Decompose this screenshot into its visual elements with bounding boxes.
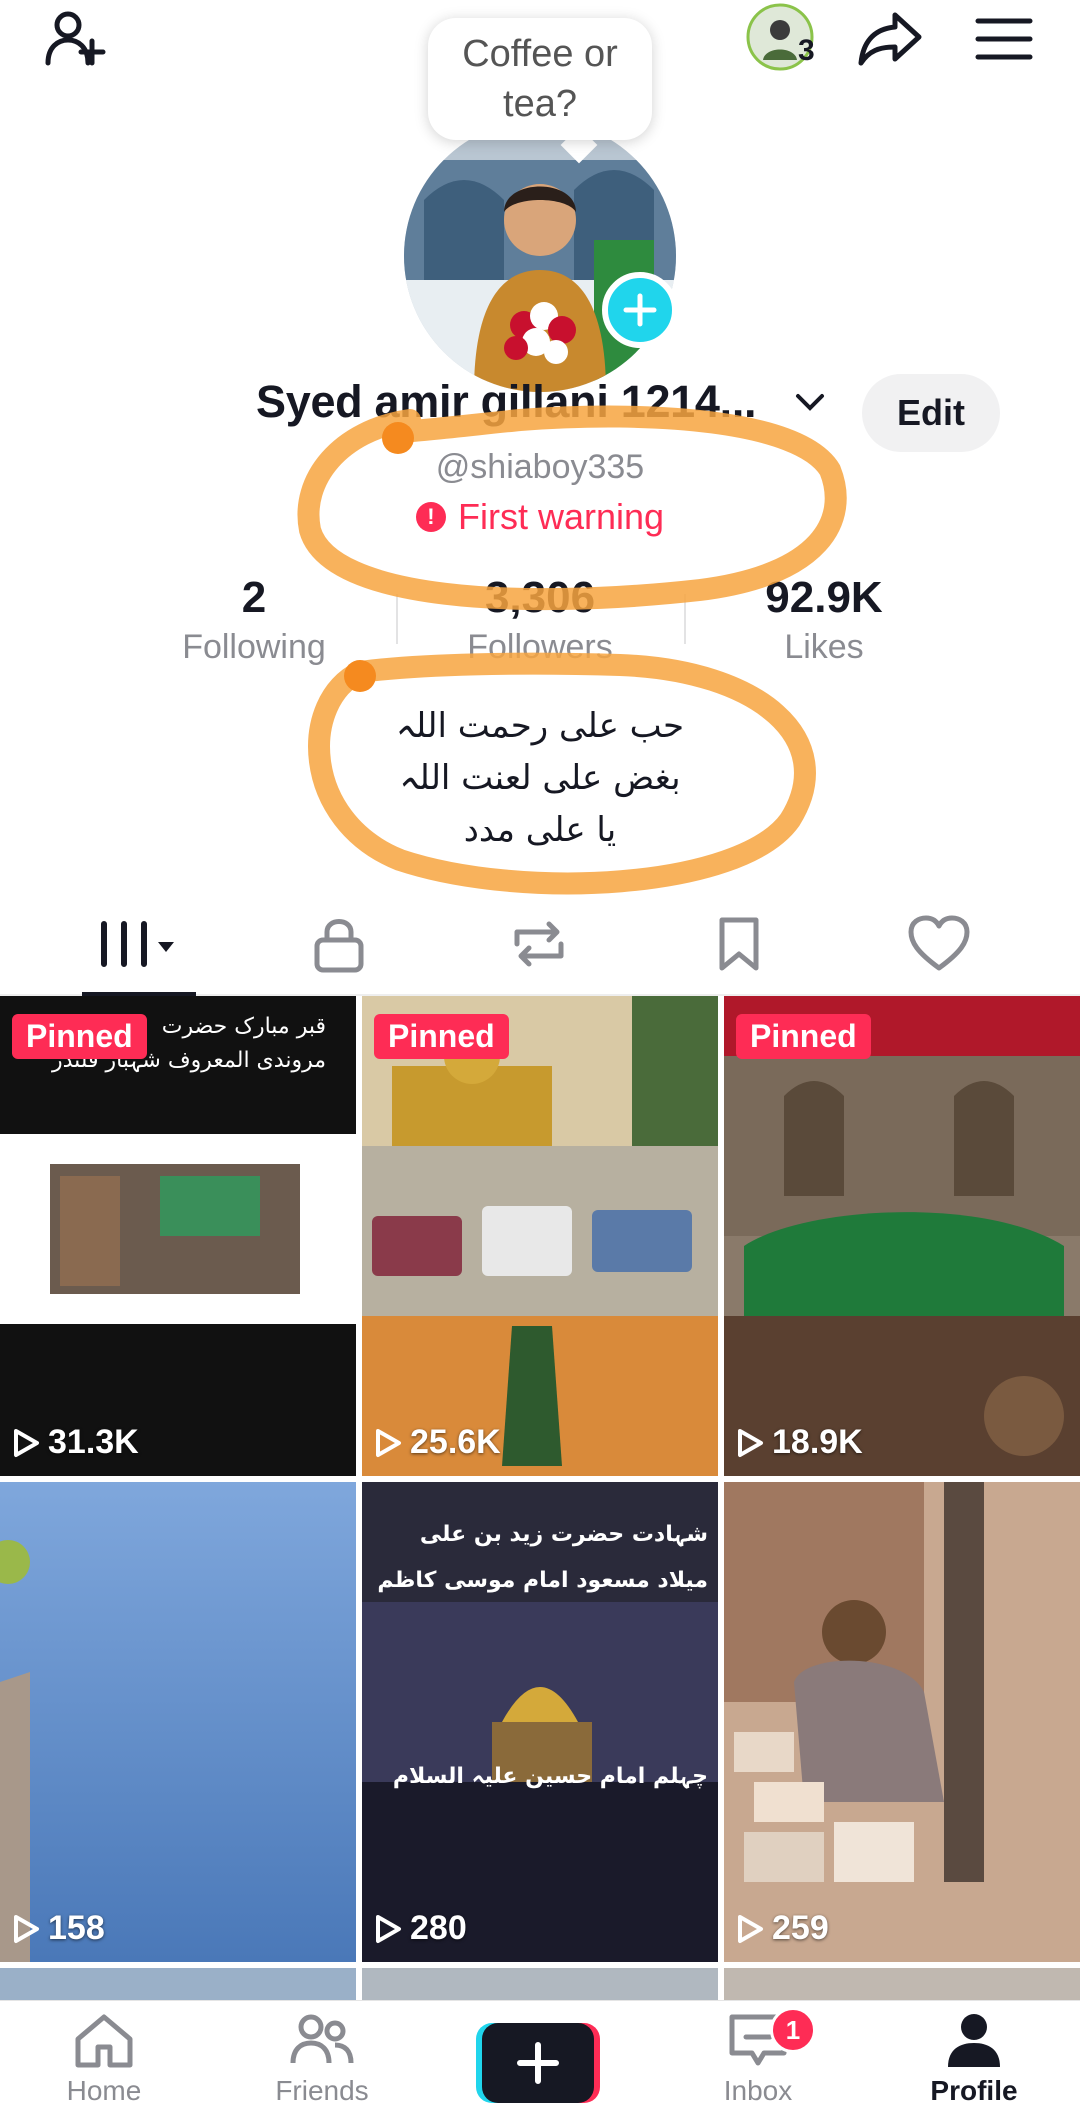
video-thumbnail[interactable]: Pinned 18.9K bbox=[724, 996, 1080, 1476]
share-arrow-icon[interactable] bbox=[852, 4, 928, 74]
nav-label: Inbox bbox=[723, 2075, 793, 2106]
create-post-button[interactable] bbox=[476, 2023, 600, 2103]
profile-bio: حب علی رحمت اللہ بغض علی لعنت اللہ یا عل… bbox=[0, 700, 1080, 856]
note-bubble[interactable]: Coffee or tea? bbox=[428, 18, 652, 140]
stat-label: Likes bbox=[784, 628, 864, 666]
view-count: 280 bbox=[374, 1909, 467, 1948]
video-thumbnail[interactable] bbox=[724, 1968, 1080, 2000]
stat-likes[interactable]: 92.9K Likes bbox=[684, 572, 964, 670]
video-thumbnail[interactable]: 158 bbox=[0, 1482, 356, 1962]
story-count-badge: 3 bbox=[798, 34, 815, 67]
stat-followers[interactable]: 3,306 Followers bbox=[400, 572, 680, 670]
tab-favorites[interactable] bbox=[664, 892, 814, 996]
content-tabs bbox=[0, 892, 1080, 996]
tab-reposts[interactable] bbox=[464, 892, 614, 996]
video-grid: قبر مبارک حضرت مروندی المعروف شہباز قلند… bbox=[0, 996, 1080, 2000]
video-caption: شہادت حضرت زید بن علی میلاد مسعود امام م… bbox=[377, 1522, 708, 1789]
name-row: Syed amir gillani 1214... Edit bbox=[0, 374, 1080, 452]
account-warning[interactable]: ! First warning bbox=[0, 496, 1080, 538]
bio-line: بغض علی لعنت اللہ bbox=[399, 758, 681, 798]
view-count: 259 bbox=[736, 1909, 829, 1948]
view-count: 25.6K bbox=[374, 1423, 501, 1462]
person-plus-icon[interactable] bbox=[36, 4, 112, 74]
video-thumbnail[interactable]: قبر مبارک حضرت مروندی المعروف شہباز قلند… bbox=[0, 996, 356, 1476]
stat-label: Followers bbox=[467, 628, 613, 666]
profile-icon bbox=[948, 2014, 1000, 2067]
home-icon bbox=[75, 2014, 133, 2068]
hamburger-menu-icon[interactable] bbox=[966, 4, 1042, 74]
username-handle: @shiaboy335 bbox=[435, 448, 645, 486]
view-count: 31.3K bbox=[12, 1423, 139, 1462]
tab-liked[interactable] bbox=[864, 892, 1014, 996]
nav-label: Profile bbox=[930, 2075, 1018, 2106]
pinned-badge: Pinned bbox=[374, 1014, 509, 1059]
inbox-notification-badge: 1 bbox=[770, 2007, 816, 2053]
video-thumbnail[interactable]: Pinned 25.6K bbox=[362, 996, 718, 1476]
video-thumbnail[interactable]: 259 bbox=[724, 1482, 1080, 1962]
nav-home[interactable]: Home bbox=[24, 2011, 184, 2128]
nav-profile[interactable]: Profile bbox=[894, 2011, 1054, 2128]
profile-stats: 2 Following 3,306 Followers 92.9K Likes bbox=[0, 572, 1080, 672]
bio-line: یا علی مدد bbox=[463, 810, 617, 850]
chevron-down-icon[interactable] bbox=[792, 384, 828, 425]
nav-friends[interactable]: Friends bbox=[242, 2011, 402, 2128]
pinned-badge: Pinned bbox=[736, 1014, 871, 1059]
video-thumbnail[interactable] bbox=[362, 1968, 718, 2000]
add-story-plus-icon[interactable] bbox=[602, 272, 678, 348]
pinned-badge: Pinned bbox=[12, 1014, 147, 1059]
nav-label: Home bbox=[66, 2075, 142, 2106]
tab-videos[interactable] bbox=[64, 892, 214, 996]
profile-avatar[interactable] bbox=[404, 120, 676, 392]
nav-inbox[interactable]: Inbox 1 bbox=[678, 2007, 838, 2128]
view-count: 158 bbox=[12, 1909, 105, 1948]
stat-value: 3,306 bbox=[484, 573, 596, 622]
warning-text: First warning bbox=[457, 496, 665, 537]
bottom-navigation: Home Friends Inbox 1 Profile bbox=[0, 2000, 1080, 2128]
stat-divider bbox=[396, 594, 398, 644]
view-count: 18.9K bbox=[736, 1423, 863, 1462]
video-thumbnail[interactable]: شہادت حضرت زید بن علی میلاد مسعود امام م… bbox=[362, 1482, 718, 1962]
video-thumbnail[interactable] bbox=[0, 1968, 356, 2000]
friends-icon bbox=[290, 2014, 354, 2064]
warning-icon: ! bbox=[415, 502, 446, 532]
nav-label: Friends bbox=[275, 2075, 369, 2106]
stat-following[interactable]: 2 Following bbox=[114, 572, 394, 670]
stat-value: 2 bbox=[241, 573, 267, 622]
tab-private[interactable] bbox=[264, 892, 414, 996]
bio-line: حب علی رحمت اللہ bbox=[395, 706, 685, 746]
display-name: Syed amir gillani 1214... bbox=[256, 376, 757, 427]
edit-profile-button[interactable]: Edit bbox=[862, 374, 1000, 452]
stat-label: Following bbox=[182, 628, 326, 666]
stat-value: 92.9K bbox=[765, 573, 883, 622]
